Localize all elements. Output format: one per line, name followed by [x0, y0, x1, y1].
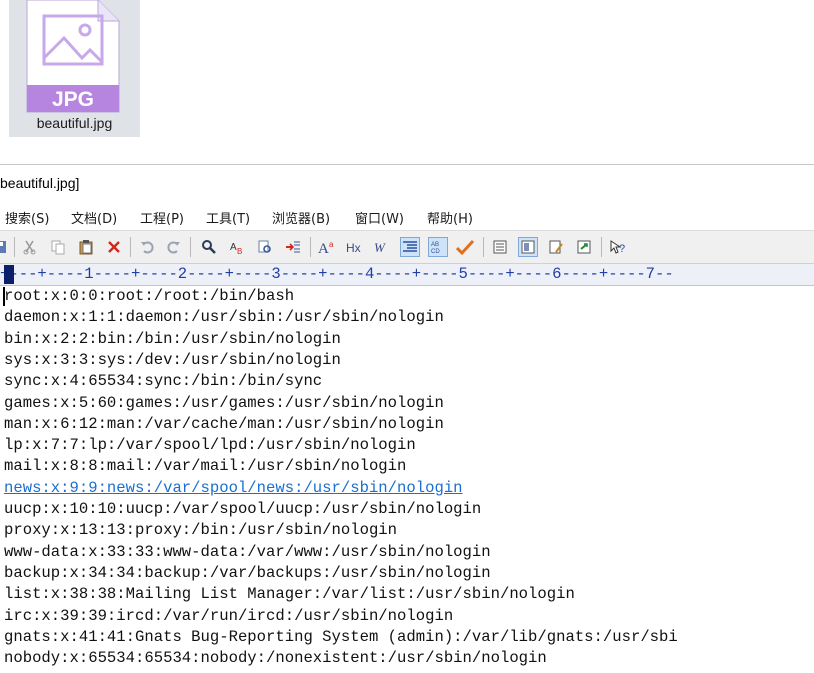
delete-icon[interactable] — [104, 237, 124, 257]
editor-line[interactable]: gnats:x:41:41:Gnats Bug-Reporting System… — [4, 627, 678, 648]
toolbar-separator — [601, 237, 602, 257]
find-in-files-icon[interactable] — [255, 237, 275, 257]
menu-document[interactable]: 文档(D) — [71, 208, 117, 227]
desktop-file-item[interactable]: JPG beautiful.jpg — [9, 0, 140, 137]
svg-text:?: ? — [619, 243, 625, 255]
spell-check-icon[interactable] — [455, 237, 475, 257]
window-title: beautiful.jpg] — [0, 175, 80, 191]
replace-icon[interactable]: AB — [227, 237, 247, 257]
editor-line[interactable]: bin:x:2:2:bin:/bin:/usr/sbin/nologin — [4, 329, 341, 350]
editor-line[interactable]: root:x:0:0:root:/root:/bin/bash — [4, 286, 294, 307]
editor-line[interactable]: www-data:x:33:33:www-data:/var/www:/usr/… — [4, 542, 491, 563]
editor-line[interactable]: nobody:x:65534:65534:nobody:/nonexistent… — [4, 648, 547, 669]
svg-text:a: a — [329, 240, 334, 249]
ruler-cursor-marker — [4, 265, 14, 284]
file-name-label: beautiful.jpg — [36, 115, 113, 131]
editor-line[interactable]: uucp:x:10:10:uucp:/var/spool/uucp:/usr/s… — [4, 499, 481, 520]
editor-line[interactable]: sync:x:4:65534:sync:/bin:/bin/sync — [4, 371, 322, 392]
toolbar-separator — [14, 237, 15, 257]
hex-icon[interactable]: Hx — [345, 237, 365, 257]
svg-text:A: A — [230, 242, 237, 253]
file-badge: JPG — [52, 88, 94, 111]
editor-line[interactable]: proxy:x:13:13:proxy:/bin:/usr/sbin/nolog… — [4, 520, 397, 541]
toolbar-separator — [190, 237, 191, 257]
cut-icon[interactable] — [20, 237, 40, 257]
help-icon[interactable]: ? — [608, 237, 628, 257]
menu-browser[interactable]: 浏览器(B) — [272, 208, 330, 227]
menu-search[interactable]: 搜索(S) — [5, 208, 49, 227]
template-icon[interactable] — [546, 237, 566, 257]
menu-tools[interactable]: 工具(T) — [206, 208, 250, 227]
indent-guide-icon[interactable] — [400, 237, 420, 257]
column-mode-icon[interactable]: AB CD — [428, 237, 448, 257]
menu-help[interactable]: 帮助(H) — [427, 208, 473, 227]
find-icon[interactable] — [199, 237, 219, 257]
menu-bar: 搜索(S) 文档(D) 工程(P) 工具(T) 浏览器(B) 窗口(W) 帮助(… — [0, 200, 814, 230]
editor-line[interactable]: irc:x:39:39:ircd:/var/run/ircd:/usr/sbin… — [4, 606, 453, 627]
editor-line[interactable]: lp:x:7:7:lp:/var/spool/lpd:/usr/sbin/nol… — [4, 435, 416, 456]
svg-text:CD: CD — [431, 249, 440, 255]
goto-line-icon[interactable] — [283, 237, 303, 257]
word-wrap-icon[interactable]: W — [372, 237, 392, 257]
svg-text:W: W — [374, 240, 386, 255]
redo-icon[interactable] — [164, 237, 184, 257]
text-editor-area[interactable]: root:x:0:0:root:/root:/bin/bash daemon:x:… — [0, 286, 814, 673]
jpg-file-icon: JPG — [26, 0, 120, 113]
font-icon[interactable]: Aa — [317, 237, 337, 257]
menu-window[interactable]: 窗口(W) — [355, 208, 404, 227]
undo-icon[interactable] — [137, 237, 157, 257]
menu-project[interactable]: 工程(P) — [140, 208, 184, 227]
paste-icon[interactable] — [76, 237, 96, 257]
output-window-icon[interactable] — [518, 237, 538, 257]
ruler-scale: +---+----1----+----2----+----3----+----4… — [0, 265, 674, 283]
toolbar-separator — [130, 237, 131, 257]
svg-text:B: B — [237, 247, 242, 255]
editor-line[interactable]: backup:x:34:34:backup:/var/backups:/usr/… — [4, 563, 491, 584]
editor-line[interactable]: news:x:9:9:news:/var/spool/news:/usr/sbi… — [4, 478, 463, 499]
toolbar-separator — [310, 237, 311, 257]
save-icon[interactable] — [0, 237, 10, 257]
toolbar-separator — [483, 237, 484, 257]
svg-text:Hx: Hx — [346, 241, 361, 255]
column-ruler: +---+----1----+----2----+----3----+----4… — [0, 264, 814, 286]
editor-line[interactable]: mail:x:8:8:mail:/var/mail:/usr/sbin/nolo… — [4, 456, 406, 477]
editor-line[interactable]: sys:x:3:3:sys:/dev:/usr/sbin/nologin — [4, 350, 341, 371]
svg-text:A: A — [318, 241, 329, 255]
toolbar: AB Aa Hx W AB CD ? — [0, 230, 814, 264]
svg-text:AB: AB — [431, 242, 439, 248]
editor-line[interactable]: games:x:5:60:games:/usr/games:/usr/sbin/… — [4, 393, 444, 414]
editor-line[interactable]: man:x:6:12:man:/var/cache/man:/usr/sbin/… — [4, 414, 444, 435]
editor-line[interactable]: daemon:x:1:1:daemon:/usr/sbin:/usr/sbin/… — [4, 307, 444, 328]
editor-window: beautiful.jpg] 搜索(S) 文档(D) 工程(P) 工具(T) 浏… — [0, 164, 814, 673]
title-bar[interactable]: beautiful.jpg] — [0, 165, 814, 200]
editor-line[interactable]: list:x:38:38:Mailing List Manager:/var/l… — [4, 584, 575, 605]
copy-icon[interactable] — [48, 237, 68, 257]
list-view-icon[interactable] — [490, 237, 510, 257]
browser-preview-icon[interactable] — [574, 237, 594, 257]
